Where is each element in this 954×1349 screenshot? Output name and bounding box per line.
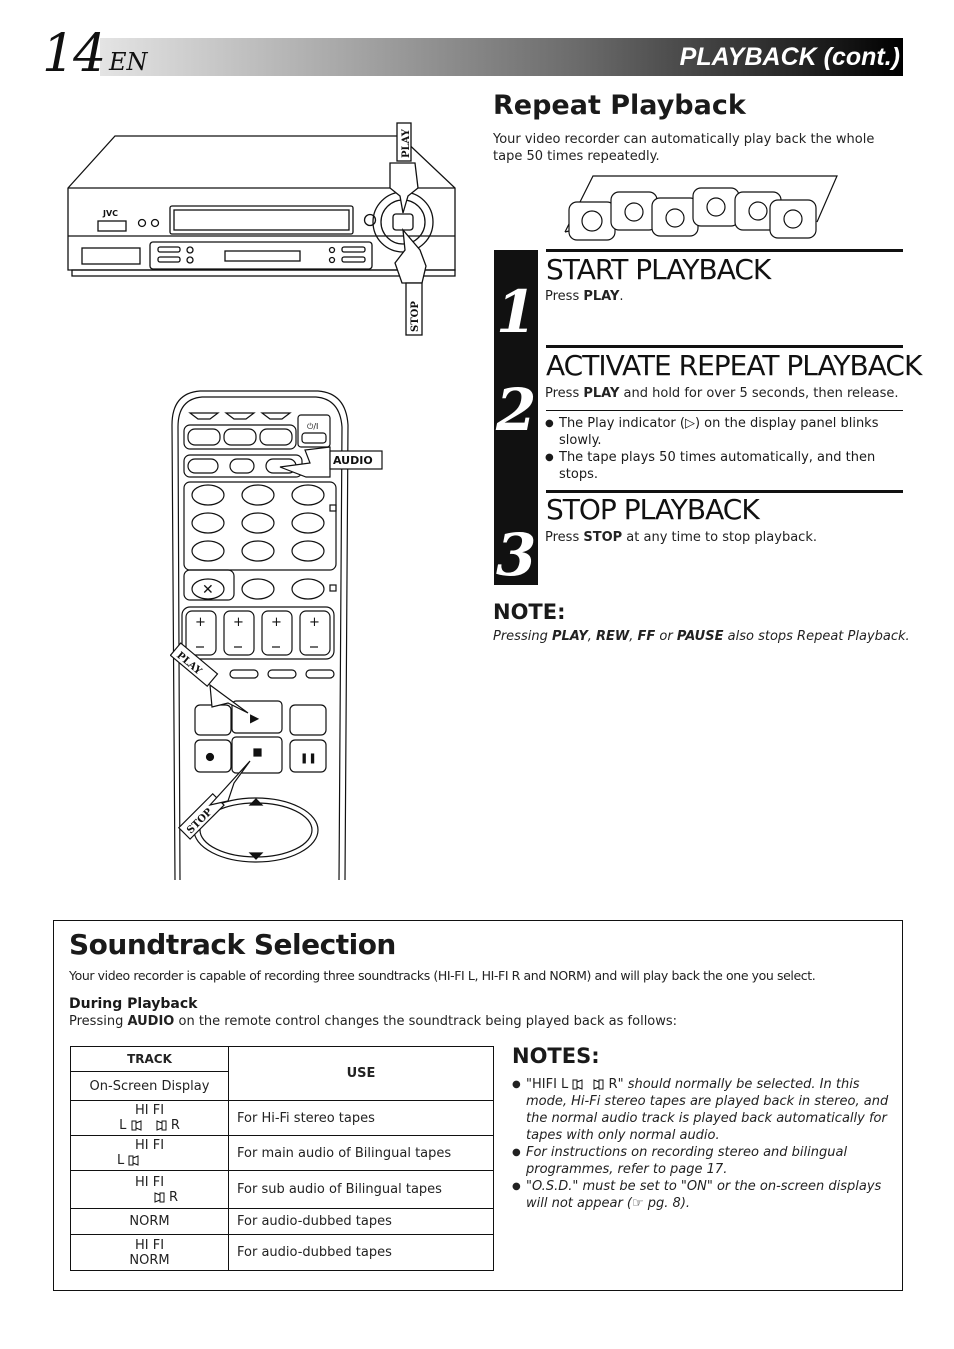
step-2-rule: [546, 345, 903, 348]
svg-text:⏻/I: ⏻/I: [307, 422, 318, 431]
svg-text:+: +: [195, 615, 206, 630]
step-1-heading: START PLAYBACK: [546, 253, 771, 286]
notes-list: "HIFI L R" should normally be selected. …: [512, 1076, 892, 1212]
track-display: HI FI R: [70, 1170, 229, 1209]
during-playback-heading: During Playback: [69, 996, 198, 1012]
speaker-left-icon: [572, 1079, 583, 1090]
speaker-right-icon: [593, 1079, 604, 1090]
section-title: PLAYBACK (cont.): [679, 43, 900, 71]
vcr-play-label: PLAY: [401, 128, 412, 158]
svg-text:❚❚: ❚❚: [300, 753, 317, 764]
svg-text:+: +: [271, 615, 282, 630]
vcr-brand: JVC: [102, 209, 118, 218]
soundtrack-title: Soundtrack Selection: [69, 928, 396, 961]
track-use: For audio-dubbed tapes: [228, 1234, 494, 1271]
note-text: Pressing PLAY, REW, FF or PAUSE also sto…: [493, 629, 910, 644]
remote-illustration: ⏻/I AUDIO ✕ + + + + ▶ ❚❚ PLAY STOP: [170, 390, 383, 880]
note-item: "O.S.D." must be set to "ON" or the on-s…: [512, 1178, 892, 1212]
track-display: NORM: [70, 1208, 229, 1235]
track-use: For audio-dubbed tapes: [228, 1208, 494, 1235]
track-use: For sub audio of Bilingual tapes: [228, 1170, 494, 1209]
repeat-playback-title: Repeat Playback: [493, 90, 746, 121]
step-2-heading: ACTIVATE REPEAT PLAYBACK: [546, 349, 922, 382]
table-row: HI FI NORM For audio-dubbed tapes: [70, 1234, 494, 1271]
step-3-heading: STOP PLAYBACK: [546, 493, 760, 526]
table-row: HI FI R For sub audio of Bilingual tapes: [70, 1170, 494, 1209]
step-3-text: Press STOP at any time to stop playback.: [545, 530, 817, 545]
table-row: HI FI L For main audio of Bilingual tape…: [70, 1135, 494, 1171]
header-display: On-Screen Display: [70, 1071, 229, 1101]
header-use: USE: [228, 1046, 494, 1101]
speaker-left-icon: [128, 1155, 139, 1166]
track-use: For main audio of Bilingual tapes: [228, 1135, 494, 1171]
note-item: "HIFI L R" should normally be selected. …: [512, 1076, 892, 1144]
speaker-right-icon: [154, 1191, 165, 1203]
step-2-bullets: The Play indicator (▷) on the display pa…: [545, 415, 895, 483]
soundtrack-desc: Pressing AUDIO on the remote control cha…: [69, 1014, 678, 1029]
remote-audio-label: AUDIO: [333, 454, 373, 467]
step-1-text: Press PLAY.: [545, 289, 624, 304]
table-header-row: TRACK USE: [70, 1046, 494, 1101]
step-2-text: Press PLAY and hold for over 5 seconds, …: [545, 386, 899, 401]
repeat-tape-illustration: [564, 175, 838, 241]
svg-text:+: +: [309, 615, 320, 630]
track-use: For Hi-Fi stereo tapes: [228, 1100, 494, 1136]
svg-text:✕: ✕: [202, 582, 214, 598]
soundtrack-intro: Your video recorder is capable of record…: [69, 968, 816, 983]
header-track: TRACK: [70, 1046, 229, 1072]
step-1-rule: [546, 249, 903, 252]
svg-text:▶: ▶: [250, 711, 260, 725]
note-item: For instructions on recording stereo and…: [512, 1144, 892, 1178]
page-number: 14: [42, 24, 106, 84]
step-2-divider: [546, 410, 903, 411]
step-2-number: 2: [496, 376, 537, 444]
svg-text:+: +: [233, 615, 244, 630]
speaker-left-icon: [131, 1120, 142, 1131]
speaker-right-icon: [156, 1120, 167, 1131]
step-2-bullet: The tape plays 50 times automatically, a…: [545, 449, 895, 483]
vcr-stop-label: STOP: [410, 301, 421, 332]
track-display: HI FI L R: [70, 1100, 229, 1136]
step-3-number: 3: [496, 521, 537, 589]
track-display: HI FI L: [70, 1135, 229, 1171]
step-2-bullet: The Play indicator (▷) on the display pa…: [545, 415, 895, 449]
table-row: NORM For audio-dubbed tapes: [70, 1208, 494, 1235]
soundtrack-table: TRACK USE On-Screen Display HI FI L R Fo…: [70, 1046, 494, 1271]
vcr-illustration: JVC PLAY STOP: [67, 122, 456, 336]
table-row: HI FI L R For Hi-Fi stereo tapes: [70, 1100, 494, 1136]
track-display: HI FI NORM: [70, 1234, 229, 1271]
notes-title: NOTES:: [512, 1044, 600, 1068]
note-title: NOTE:: [493, 600, 566, 624]
repeat-playback-intro: Your video recorder can automatically pl…: [493, 132, 875, 164]
page-language: EN: [109, 48, 148, 76]
step-1-number: 1: [496, 278, 537, 346]
